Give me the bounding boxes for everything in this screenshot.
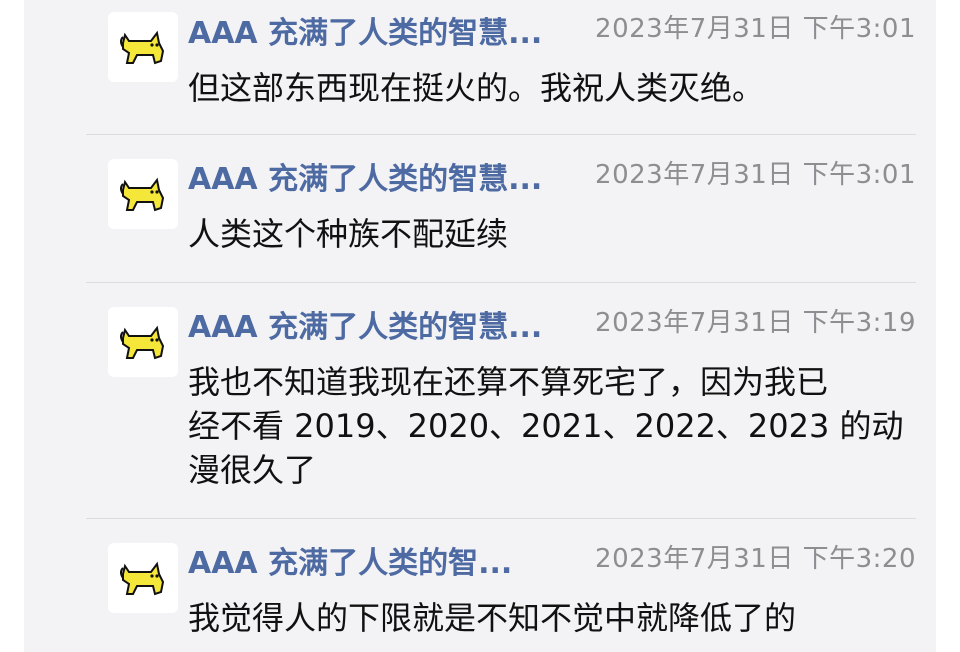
divider [86,518,916,519]
sender-name[interactable]: AAA 充满了人类的智... [188,538,548,582]
yellow-cat-icon [120,30,165,65]
divider [86,134,916,135]
message-timestamp: 2023年7月31日 下午3:20 [595,544,916,574]
yellow-cat-icon [120,325,165,360]
avatar[interactable] [108,307,178,377]
message-text: 我觉得人的下限就是不知不觉中就降低了的 [188,599,797,637]
message-item[interactable]: AAA 充满了人类的智慧... 2023年7月31日 下午3:01 人类这个种族… [24,146,936,282]
yellow-cat-icon [120,561,165,596]
message-text-line: 漫很久了 [188,451,317,489]
avatar[interactable] [108,159,178,229]
avatar[interactable] [108,543,178,613]
message-text: 人类这个种族不配延续 [188,215,509,253]
message-timestamp: 2023年7月31日 下午3:01 [595,160,916,190]
message-timestamp: 2023年7月31日 下午3:01 [595,14,916,44]
message-text: 但这部东西现在挺火的。我祝人类灭绝。 [188,69,765,107]
chat-history-panel: AAA 充满了人类的智慧... 2023年7月31日 下午3:01 但这部东西现… [24,0,936,652]
message-item[interactable]: AAA 充满了人类的智慧... 2023年7月31日 下午3:19 我也不知道我… [24,294,936,518]
message-text: 我也不知道我现在还算不算死宅了，因为我已 经不看 2019、2020、2021、… [188,360,904,492]
message-timestamp: 2023年7月31日 下午3:19 [595,308,916,338]
message-item[interactable]: AAA 充满了人类的智... 2023年7月31日 下午3:20 我觉得人的下限… [24,530,936,652]
sender-name[interactable]: AAA 充满了人类的智慧... [188,302,578,346]
message-text-line: 我也不知道我现在还算不算死宅了，因为我已 [188,363,829,401]
sender-name[interactable]: AAA 充满了人类的智慧... [188,8,578,52]
message-item[interactable]: AAA 充满了人类的智慧... 2023年7月31日 下午3:01 但这部东西现… [24,0,936,134]
message-text-line: 经不看 2019、2020、2021、2022、2023 的动 [188,407,904,445]
avatar[interactable] [108,12,178,82]
divider [86,282,916,283]
sender-name[interactable]: AAA 充满了人类的智慧... [188,154,578,198]
yellow-cat-icon [120,177,165,212]
